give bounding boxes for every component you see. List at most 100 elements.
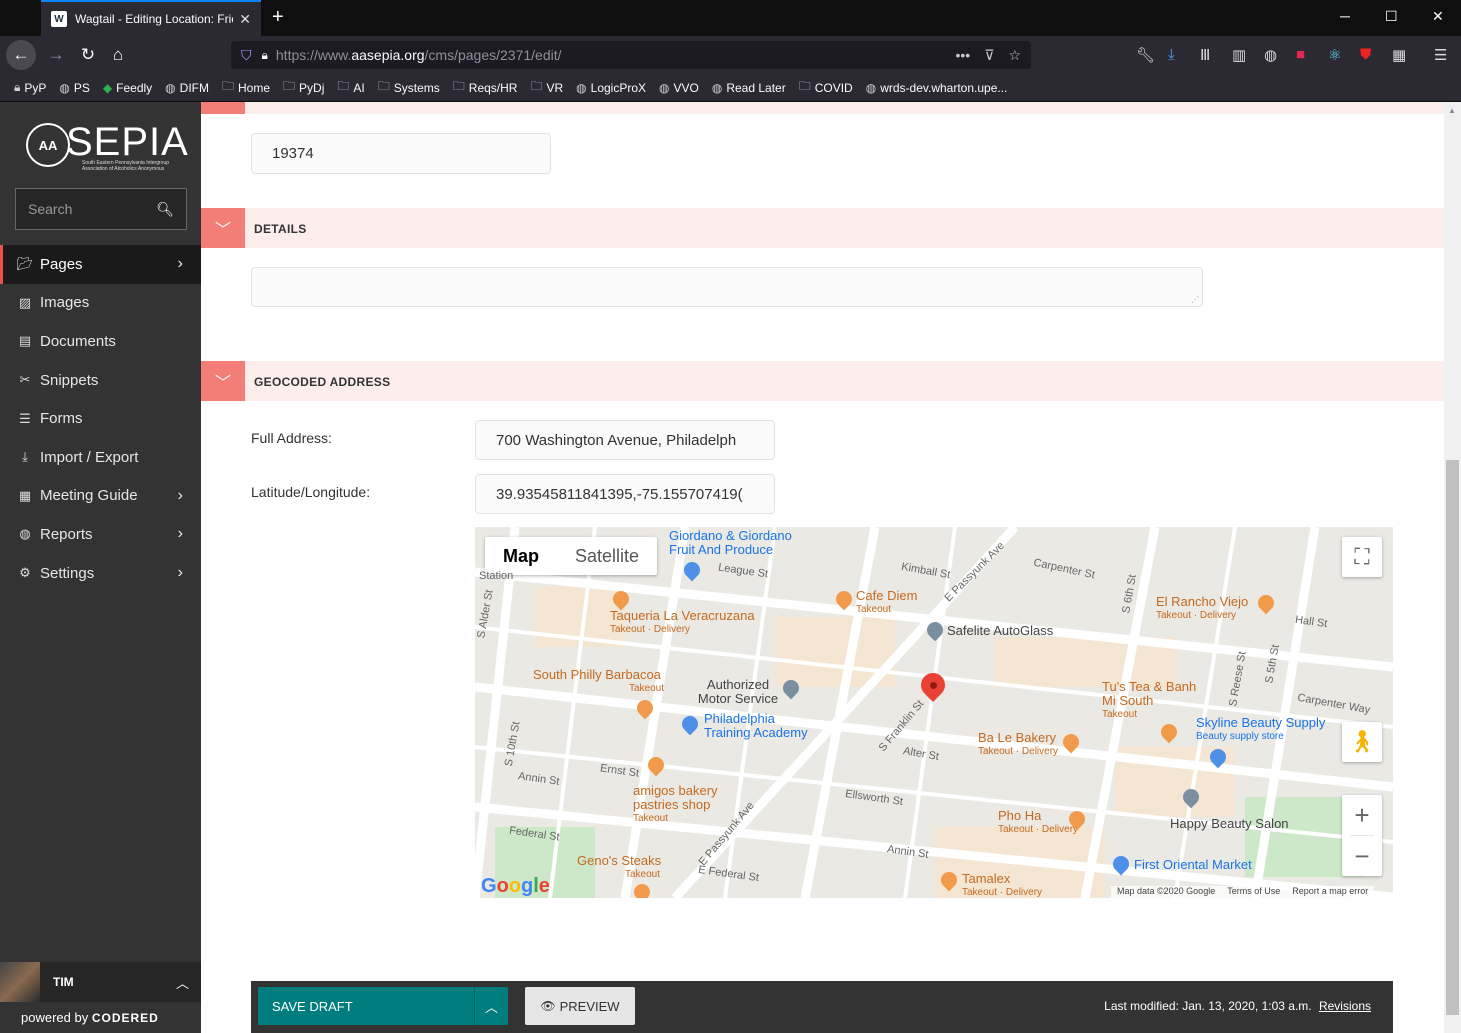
place-amigos[interactable]: amigos bakery pastries shop Takeout	[633, 784, 723, 826]
place-tus-tea[interactable]: Tu's Tea & Banh Mi South Takeout	[1102, 680, 1202, 722]
bookmark-vr[interactable]: 🗀 VR	[530, 77, 563, 98]
hamburger-menu-icon[interactable]: ☰	[1434, 46, 1447, 64]
place-safelite[interactable]: Safelite AutoGlass	[947, 624, 1053, 638]
bookmark-systems[interactable]: 🗀 Systems	[378, 77, 440, 98]
place-pho-ha[interactable]: Pho Ha Takeout · Delivery	[998, 809, 1078, 837]
save-draft-button[interactable]: SAVE DRAFT	[258, 987, 474, 1025]
zoom-in-button[interactable]: +	[1342, 795, 1382, 835]
maximize-icon[interactable]: ☐	[1385, 8, 1398, 25]
extension-grid-icon[interactable]: ▦	[1392, 46, 1406, 64]
sepia-logo[interactable]: AA SEPIA South Eastern Pennsylvania Inte…	[26, 120, 188, 176]
minimize-icon[interactable]: ─	[1340, 8, 1350, 24]
preview-button[interactable]: 👁︎ PREVIEW	[525, 987, 635, 1025]
page-scrollbar[interactable]: ▲	[1444, 102, 1461, 1033]
place-genos[interactable]: Geno's Steaks Takeout	[577, 854, 661, 882]
zoom-out-button[interactable]: −	[1342, 836, 1382, 876]
bookmark-feedly[interactable]: ◆ Feedly	[103, 81, 152, 95]
globe-extension-icon[interactable]: ◍	[1264, 46, 1277, 64]
bookmark-home[interactable]: 🗀 Home	[222, 77, 270, 98]
resize-grip-icon[interactable]: ⋰	[1191, 295, 1199, 304]
details-textarea[interactable]: ⋰	[251, 267, 1203, 307]
globe-icon: ◍	[711, 80, 723, 95]
sidebar-item-forms[interactable]: ☰ Forms	[0, 399, 201, 438]
scroll-thumb[interactable]	[1446, 460, 1459, 1015]
bookmarks-bar: 🔒︎ PyP ◍ PS ◆ Feedly ◍ DIFM 🗀 Home 🗀 PyDj 🗀 AI …	[0, 74, 1461, 102]
address-bar[interactable]: ⛉ 🔒︎ https://www.aasepia.org/cms/pages/2…	[231, 41, 1031, 69]
save-more-dropdown[interactable]: ︿	[474, 987, 508, 1025]
geocoded-toggle-button[interactable]: ﹀	[201, 361, 245, 401]
url-text[interactable]: https://www.aasepia.org/cms/pages/2371/e…	[276, 47, 942, 63]
account-menu[interactable]: TIM ︿	[0, 962, 201, 1002]
place-cafe-diem[interactable]: Cafe Diem Takeout	[856, 589, 917, 617]
bookmark-ai[interactable]: 🗀 AI	[337, 77, 364, 98]
search-input[interactable]	[28, 201, 157, 217]
library-icon[interactable]: Ⅲ	[1200, 46, 1210, 64]
download-icon[interactable]: ⤓	[1168, 46, 1175, 63]
details-section-header: ﹀ DETAILS	[201, 208, 1444, 248]
section-toggle[interactable]	[201, 102, 245, 114]
report-error-link[interactable]: Report a map error	[1292, 886, 1368, 898]
home-button[interactable]: ⌂	[104, 42, 132, 68]
browser-tab[interactable]: W Wagtail - Editing Location: Frie ✕	[41, 0, 261, 36]
new-tab-icon[interactable]: +	[272, 6, 284, 29]
latlng-field[interactable]: 39.93545811841395,-75.155707419(	[475, 474, 775, 514]
fullscreen-button[interactable]: ⛶	[1342, 537, 1382, 577]
chevron-right-icon: ›	[177, 255, 183, 273]
bookmark-difm[interactable]: ◍ DIFM	[165, 81, 209, 95]
terms-link[interactable]: Terms of Use	[1227, 886, 1280, 898]
page-actions-icon[interactable]: •••	[955, 47, 970, 63]
forward-button[interactable]: →	[42, 42, 70, 68]
bookmark-pyp[interactable]: 🔒︎ PyP	[14, 80, 46, 95]
pocket-icon[interactable]: ⊽	[984, 47, 994, 64]
ublock-icon[interactable]: ⛊	[1360, 46, 1371, 63]
sidebar-toggle-icon[interactable]: ▥	[1232, 46, 1246, 64]
sidebar-item-documents[interactable]: ▤ Documents	[0, 322, 201, 361]
place-taqueria[interactable]: Taqueria La Veracruzana Takeout · Deliver…	[610, 609, 755, 637]
place-happy[interactable]: Happy Beauty Salon	[1170, 817, 1289, 831]
scroll-up-icon[interactable]: ▲	[1448, 106, 1456, 115]
close-tab-icon[interactable]: ✕	[239, 11, 251, 28]
details-toggle-button[interactable]: ﹀	[201, 208, 245, 248]
bookmark-covid[interactable]: 🗀 COVID	[799, 77, 853, 98]
google-logo[interactable]: Google	[481, 875, 550, 898]
lastpass-icon[interactable]: ■	[1296, 46, 1305, 63]
bookmark-star-icon[interactable]: ☆	[1008, 47, 1021, 64]
revisions-link[interactable]: Revisions	[1319, 999, 1371, 1013]
google-map[interactable]: Map Satellite ⛶ 🚶︎ + − Giordano & Giorda…	[475, 527, 1393, 898]
back-button[interactable]: ←	[6, 40, 36, 70]
sidebar-item-settings[interactable]: ⚙ Settings ›	[0, 554, 201, 593]
place-tamalex[interactable]: Tamalex Takeout · Delivery	[962, 872, 1042, 899]
bookmark-reqs-hr[interactable]: 🗀 Reqs/HR	[453, 77, 518, 98]
place-south-philly[interactable]: South Philly Barbacoa Takeout	[533, 668, 664, 696]
place-ba-le[interactable]: Ba Le Bakery Takeout · Delivery	[978, 731, 1058, 759]
place-el-rancho[interactable]: El Rancho Viejo Takeout · Delivery	[1156, 595, 1248, 623]
main-content: 19374 ﹀ DETAILS ⋰ ﹀ GEOCODED ADDRESS Ful…	[201, 102, 1444, 1033]
wrench-icon[interactable]: 🔧︎	[1136, 46, 1155, 64]
bookmark-wrds-dev[interactable]: ◍ wrds-dev.wharton.upe...	[866, 81, 1008, 95]
react-devtools-icon[interactable]: ⚛︎	[1328, 46, 1341, 64]
bookmark-pydj[interactable]: 🗀 PyDj	[283, 77, 324, 98]
reload-button[interactable]: ↻	[74, 42, 102, 68]
sidebar-item-import-export[interactable]: ⤓ Import / Export	[0, 438, 201, 477]
codered-brand[interactable]: CODERED	[92, 1011, 159, 1025]
place-training[interactable]: Philadelphia Training Academy	[704, 712, 824, 740]
sidebar-item-meeting-guide[interactable]: ▦ Meeting Guide ›	[0, 477, 201, 516]
bookmark-vvo[interactable]: ◍ VVO	[659, 81, 699, 95]
zip-field[interactable]: 19374	[251, 133, 551, 174]
map-type-satellite-button[interactable]: Satellite	[557, 537, 657, 575]
window-close-icon[interactable]: ✕	[1432, 8, 1444, 25]
place-giordano[interactable]: Giordano & Giordano Fruit And Produce	[669, 529, 809, 557]
bookmark-logicprox[interactable]: ◍ LogicProX	[576, 81, 646, 95]
search-icon[interactable]: 🔍︎	[156, 201, 174, 218]
sidebar-item-snippets[interactable]: ✂ Snippets	[0, 361, 201, 400]
full-address-field[interactable]: 700 Washington Avenue, Philadelph	[475, 420, 775, 460]
place-first-oriental[interactable]: First Oriental Market	[1134, 858, 1252, 872]
street-view-pegman[interactable]: 🚶︎	[1342, 722, 1382, 762]
bookmark-ps[interactable]: ◍ PS	[59, 81, 90, 95]
place-authorized[interactable]: Authorized Motor Service	[693, 678, 783, 706]
sidebar-item-reports[interactable]: ◍ Reports ›	[0, 515, 201, 554]
place-skyline[interactable]: Skyline Beauty Supply Beauty supply store	[1196, 716, 1325, 744]
sidebar-item-images[interactable]: ▨ Images	[0, 284, 201, 323]
sidebar-item-pages[interactable]: 📂︎ Pages ›	[0, 245, 201, 284]
bookmark-read-later[interactable]: ◍ Read Later	[712, 81, 786, 95]
